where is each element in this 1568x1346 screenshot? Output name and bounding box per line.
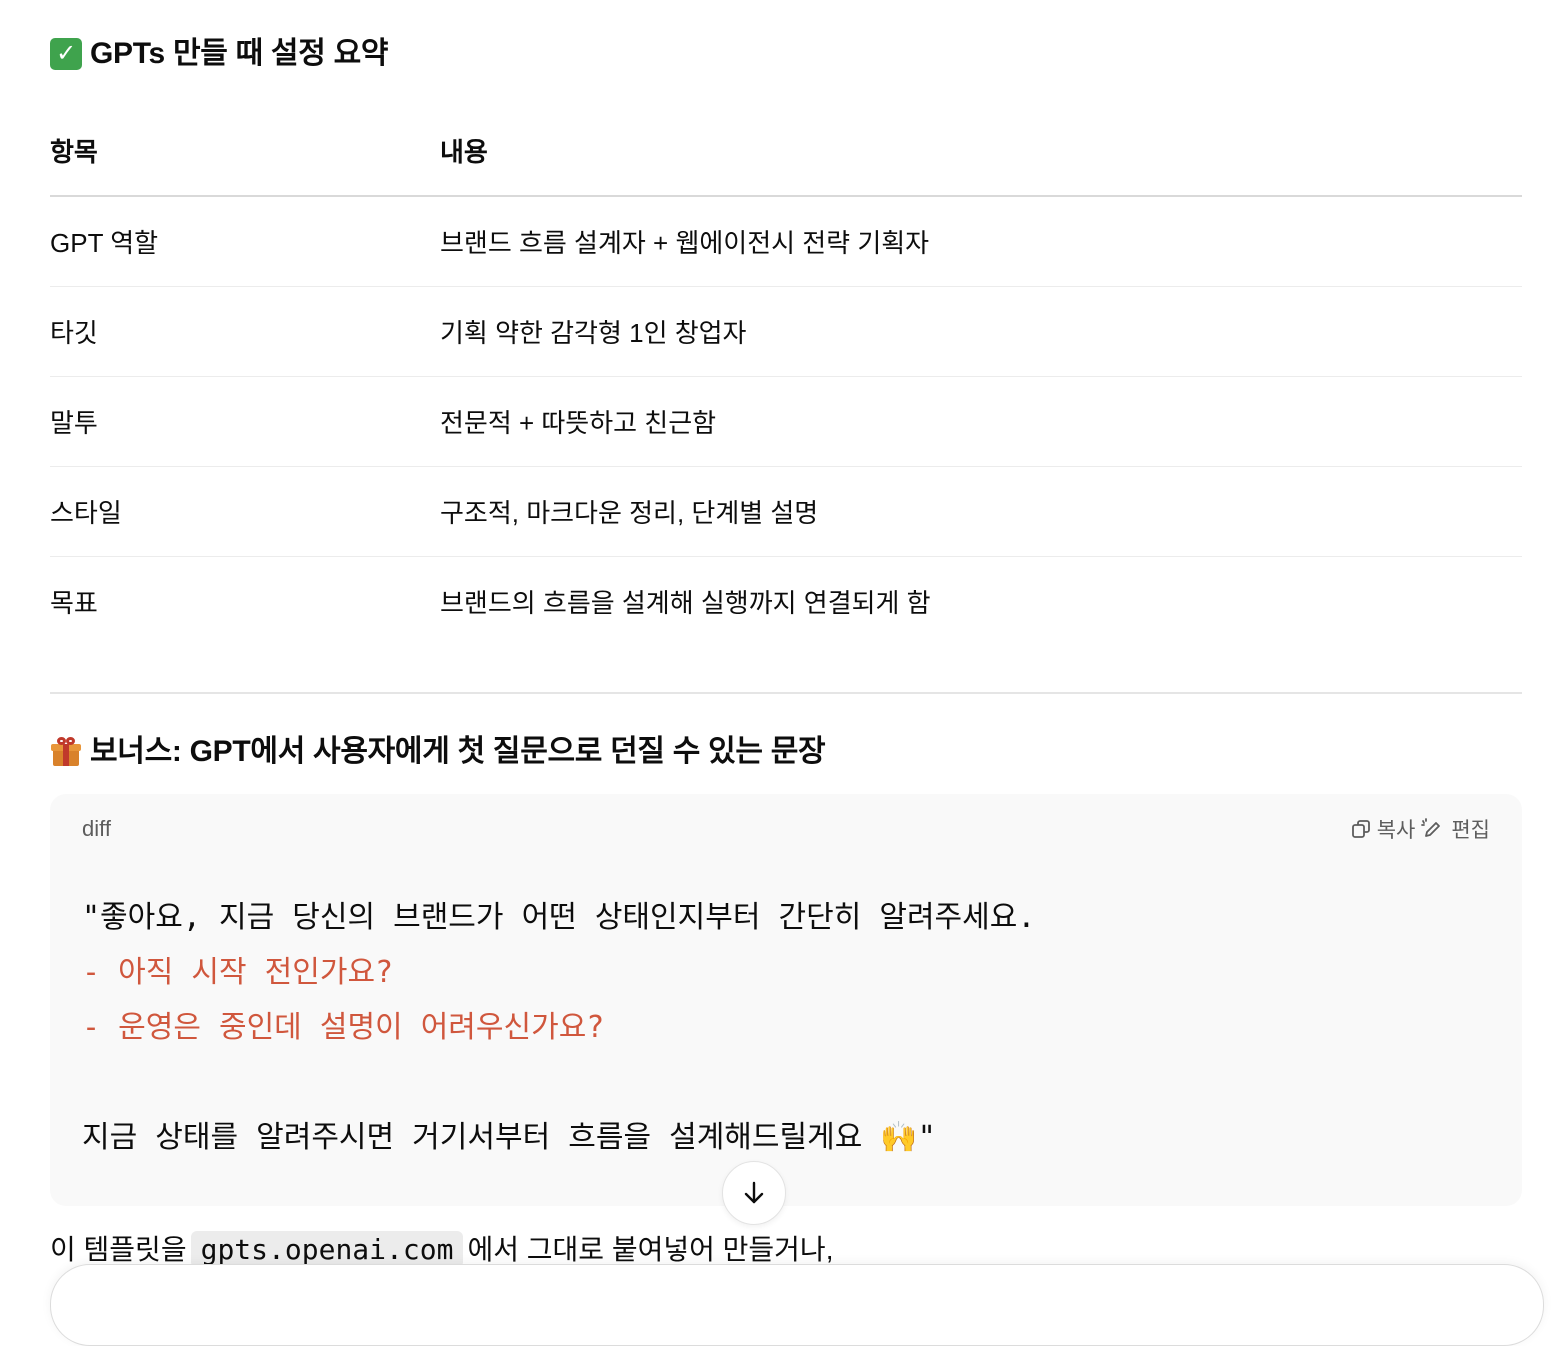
section-heading-summary-text: GPTs 만들 때 설정 요약 — [90, 37, 389, 70]
inline-code: gpts.openai.com — [190, 1231, 464, 1268]
table-cell-item: 스타일 — [50, 466, 440, 557]
copy-button[interactable]: 복사 — [1351, 814, 1416, 844]
table-row: 말투 전문적 + 따뜻하고 친근함 — [50, 376, 1522, 467]
settings-summary-table: 항목 내용 GPT 역할 브랜드 흐름 설계자 + 웹에이전시 전략 기획자 타… — [50, 106, 1522, 646]
code-line: "좋아요, 지금 당신의 브랜드가 어떤 상태인지부터 간단히 알려주세요. — [82, 900, 1036, 935]
edit-button[interactable]: 편집 — [1421, 814, 1490, 844]
table-cell-content: 구조적, 마크다운 정리, 단계별 설명 — [440, 466, 1522, 557]
table-cell-content: 브랜드 흐름 설계자 + 웹에이전시 전략 기획자 — [440, 196, 1522, 287]
code-line-removed: - 아직 시작 전인가요? — [82, 955, 394, 990]
table-row: 타깃 기획 약한 감각형 1인 창업자 — [50, 286, 1522, 377]
table-cell-item: 말투 — [50, 376, 440, 467]
edit-button-label: 편집 — [1451, 819, 1490, 842]
code-block: diff 복사 편집 "좋아요, 지금 당신의 브랜드가 어떤 상태인지부터 간… — [50, 794, 1522, 1206]
code-content: "좋아요, 지금 당신의 브랜드가 어떤 상태인지부터 간단히 알려주세요. - … — [82, 890, 1035, 1165]
scroll-to-bottom-button[interactable] — [722, 1161, 786, 1225]
table-row: 스타일 구조적, 마크다운 정리, 단계별 설명 — [50, 466, 1522, 557]
table-header-item: 항목 — [50, 106, 440, 197]
section-heading-bonus: 보너스: GPT에서 사용자에게 첫 질문으로 던질 수 있는 문장 — [50, 732, 826, 772]
code-line: 지금 상태를 알려주시면 거기서부터 흐름을 설계해드릴게요 🙌" — [82, 1120, 936, 1155]
message-composer[interactable] — [50, 1264, 1544, 1346]
copy-button-label: 복사 — [1376, 819, 1416, 842]
table-row: GPT 역할 브랜드 흐름 설계자 + 웹에이전시 전략 기획자 — [50, 196, 1522, 287]
section-heading-bonus-text: 보너스: GPT에서 사용자에게 첫 질문으로 던질 수 있는 문장 — [90, 735, 826, 768]
check-mark-icon: ✓ — [50, 38, 82, 70]
table-cell-content: 기획 약한 감각형 1인 창업자 — [440, 286, 1522, 377]
section-heading-summary: ✓ GPTs 만들 때 설정 요약 — [50, 34, 388, 74]
code-language-label: diff — [82, 816, 111, 841]
code-actions: 복사 편집 — [1351, 814, 1490, 844]
table-row: 목표 브랜드의 흐름을 설계해 실행까지 연결되게 함 — [50, 557, 1522, 647]
code-line-removed: - 운영은 중인데 설명이 어려우신가요? — [82, 1010, 605, 1045]
table-cell-item: 타깃 — [50, 286, 440, 377]
code-line-empty — [82, 1055, 1035, 1110]
arrow-down-icon — [744, 1181, 764, 1204]
paragraph-text-before: 이 템플릿을 — [50, 1234, 187, 1265]
section-divider — [50, 692, 1522, 694]
table-cell-item: GPT 역할 — [50, 196, 440, 287]
edit-pencil-icon — [1421, 818, 1441, 837]
table-header-content: 내용 — [440, 106, 1522, 197]
table-cell-content: 브랜드의 흐름을 설계해 실행까지 연결되게 함 — [440, 588, 931, 618]
table-cell-item: 목표 — [50, 588, 98, 618]
table-header-row: 항목 내용 — [50, 106, 1522, 197]
copy-icon — [1351, 820, 1370, 838]
paragraph-text-after: 에서 그대로 붙여넣어 만들거나, — [467, 1234, 834, 1265]
table-cell-content: 전문적 + 따뜻하고 친근함 — [440, 376, 1522, 467]
gift-icon — [50, 736, 82, 768]
